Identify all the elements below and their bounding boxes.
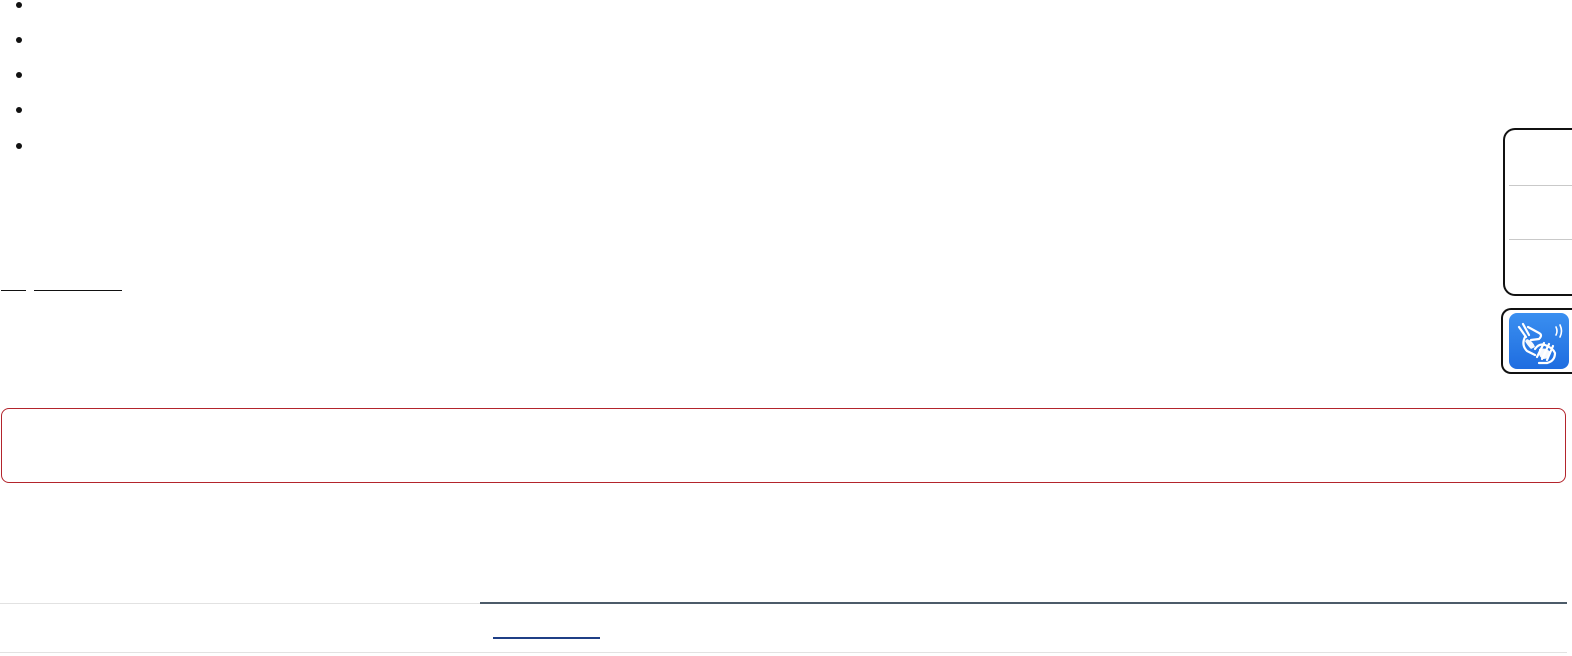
short-link[interactable] [1,287,26,291]
list-item [16,72,40,92]
bullet-dot [16,107,22,113]
sign-language-widget [1501,308,1572,374]
bullet-dot [16,2,22,8]
toolbar-divider [1509,239,1572,240]
list-item [16,143,40,163]
list-item [16,107,40,127]
footer-link[interactable] [493,634,600,639]
bullet-dot [16,72,22,78]
side-toolbar-button[interactable] [1509,134,1572,186]
side-toolbar [1503,128,1572,296]
list-item [16,37,40,57]
footer-divider-accent [480,602,1567,604]
bullet-dot [16,143,22,149]
side-toolbar-button[interactable] [1509,187,1572,239]
alert-box [1,408,1566,483]
bullet-dot [16,37,22,43]
page [0,0,1572,656]
sign-language-hands-icon [1517,322,1563,365]
long-link[interactable] [34,287,122,291]
sign-language-button[interactable] [1509,313,1569,369]
footer-bottom-divider [0,652,1567,653]
toolbar-divider [1509,185,1572,186]
list-item [16,2,40,22]
footer-divider [0,603,480,604]
side-toolbar-button[interactable] [1509,241,1572,293]
